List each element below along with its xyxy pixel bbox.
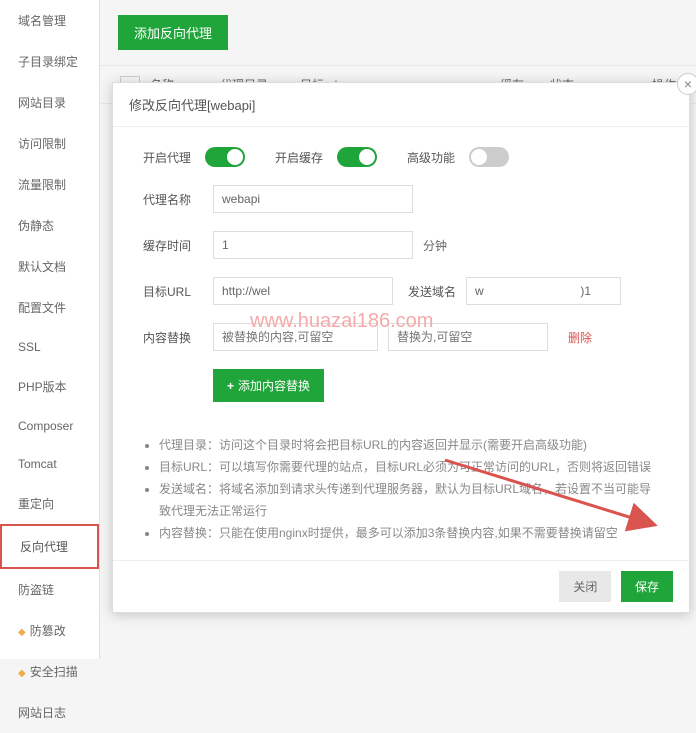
sidebar-item-traffic[interactable]: 流量限制 (0, 164, 99, 205)
proxy-toggle-label: 开启代理 (143, 149, 191, 166)
replace-label: 内容替换 (143, 329, 213, 346)
tip-item: 内容替换：只能在使用nginx时提供，最多可以添加3条替换内容,如果不需要替换请… (159, 522, 659, 544)
advanced-toggle[interactable] (469, 147, 509, 167)
cache-time-label: 缓存时间 (143, 237, 213, 254)
sidebar-item-tamper[interactable]: 防篡改 (0, 610, 99, 651)
cache-time-unit: 分钟 (423, 237, 447, 254)
tip-item: 发送域名：将域名添加到请求头传递到代理服务器，默认为目标URL域名，若设置不当可… (159, 478, 659, 522)
proxy-toggle[interactable] (205, 147, 245, 167)
tip-item: 目标URL：可以填写你需要代理的站点，目标URL必须为可正常访问的URL，否则将… (159, 456, 659, 478)
proxy-name-input[interactable] (213, 185, 413, 213)
sidebar-item-access[interactable]: 访问限制 (0, 123, 99, 164)
cancel-button[interactable]: 关闭 (559, 571, 611, 602)
sidebar-item-redirect[interactable]: 重定向 (0, 483, 99, 524)
sidebar-item-logs[interactable]: 网站日志 (0, 692, 99, 733)
name-label: 代理名称 (143, 191, 213, 208)
plus-icon: + (227, 379, 234, 393)
sidebar-item-default-doc[interactable]: 默认文档 (0, 246, 99, 287)
sidebar-item-rewrite[interactable]: 伪静态 (0, 205, 99, 246)
sidebar-item-hotlink[interactable]: 防盗链 (0, 569, 99, 610)
cache-time-input[interactable] (213, 231, 413, 259)
advanced-toggle-label: 高级功能 (407, 149, 455, 166)
sidebar: 域名管理 子目录绑定 网站目录 访问限制 流量限制 伪静态 默认文档 配置文件 … (0, 0, 100, 659)
sidebar-item-reverse-proxy[interactable]: 反向代理 (0, 524, 99, 569)
modal-title: 修改反向代理[webapi] (113, 83, 689, 127)
sidebar-item-ssl[interactable]: SSL (0, 328, 99, 366)
save-button[interactable]: 保存 (621, 571, 673, 602)
send-domain-label: 发送域名 (408, 283, 456, 300)
cache-toggle[interactable] (337, 147, 377, 167)
target-url-label: 目标URL (143, 283, 213, 300)
sidebar-item-config[interactable]: 配置文件 (0, 287, 99, 328)
sidebar-item-domain[interactable]: 域名管理 (0, 0, 99, 41)
sidebar-item-tomcat[interactable]: Tomcat (0, 445, 99, 483)
delete-replace-button[interactable]: 删除 (568, 329, 592, 346)
edit-proxy-modal: × 修改反向代理[webapi] 开启代理 开启缓存 高级功能 代理名称 缓存时… (112, 82, 690, 613)
sidebar-item-sitedir[interactable]: 网站目录 (0, 82, 99, 123)
replace-from-input[interactable] (213, 323, 378, 351)
sidebar-item-composer[interactable]: Composer (0, 407, 99, 445)
sidebar-item-scan[interactable]: 安全扫描 (0, 651, 99, 692)
target-url-input[interactable] (213, 277, 393, 305)
send-domain-input[interactable] (466, 277, 621, 305)
tips-list: 代理目录：访问这个目录时将会把目标URL的内容返回并显示(需要开启高级功能) 目… (113, 430, 689, 560)
close-icon[interactable]: × (677, 73, 696, 95)
add-replace-button[interactable]: +添加内容替换 (213, 369, 324, 402)
replace-to-input[interactable] (388, 323, 548, 351)
add-proxy-button[interactable]: 添加反向代理 (118, 15, 228, 50)
tip-item: 代理目录：访问这个目录时将会把目标URL的内容返回并显示(需要开启高级功能) (159, 434, 659, 456)
cache-toggle-label: 开启缓存 (275, 149, 323, 166)
sidebar-item-php[interactable]: PHP版本 (0, 366, 99, 407)
sidebar-item-subdir[interactable]: 子目录绑定 (0, 41, 99, 82)
